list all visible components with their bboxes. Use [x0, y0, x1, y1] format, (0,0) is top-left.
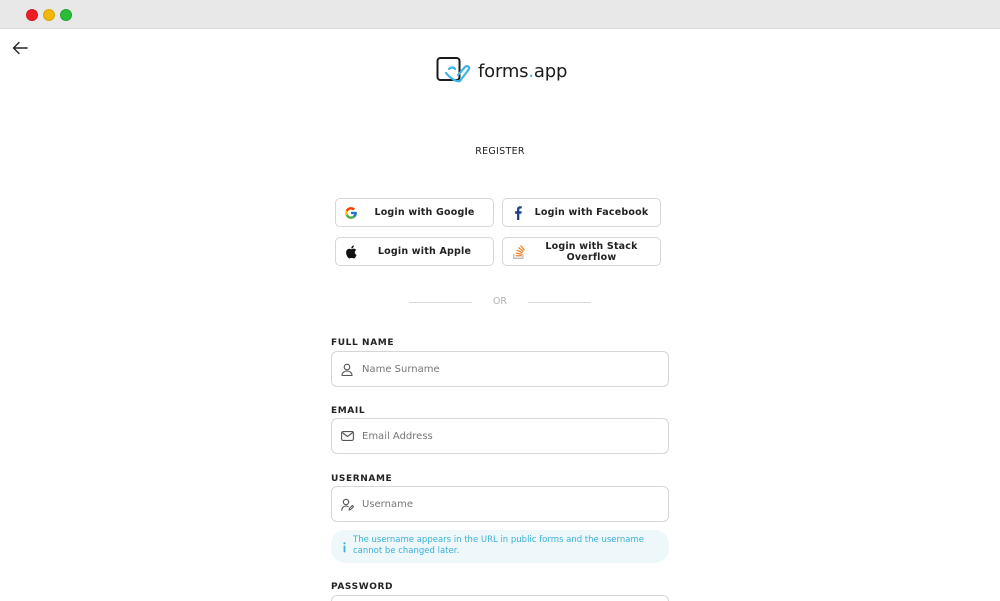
page-title: REGISTER [475, 146, 525, 157]
username-hint-text: The username appears in the URL in publi… [353, 535, 644, 556]
minimize-window-button[interactable] [43, 9, 55, 21]
arrow-left-icon [12, 41, 28, 55]
info-icon [339, 540, 349, 554]
logo-text: forms.app [478, 60, 568, 82]
password-label: PASSWORD [331, 582, 394, 592]
email-label: EMAIL [331, 406, 366, 416]
login-google-label: Login with Google [374, 207, 475, 218]
back-button[interactable] [10, 38, 30, 58]
logo-mark-icon [436, 57, 471, 83]
email-field[interactable] [331, 418, 669, 454]
password-field[interactable] [331, 595, 669, 601]
stackoverflow-icon [511, 245, 525, 259]
login-stackoverflow-label: Login with Stack Overflow [545, 240, 638, 263]
maximize-window-button[interactable] [60, 9, 72, 21]
username-label: USERNAME [331, 474, 393, 484]
facebook-icon [511, 206, 525, 220]
browser-window: forms.app REGISTER Login with Google Log… [0, 0, 1000, 601]
username-input[interactable] [362, 487, 662, 521]
window-titlebar [0, 0, 1000, 29]
google-icon [344, 206, 358, 220]
login-google-button[interactable]: Login with Google [335, 198, 494, 227]
login-facebook-button[interactable]: Login with Facebook [502, 198, 661, 227]
divider-line-right [528, 302, 591, 303]
full-name-field[interactable] [331, 351, 669, 387]
full-name-label: FULL NAME [331, 338, 395, 348]
user-icon [340, 362, 354, 376]
login-facebook-label: Login with Facebook [534, 207, 649, 218]
login-stackoverflow-button[interactable]: Login with Stack Overflow [502, 237, 661, 266]
login-apple-button[interactable]: Login with Apple [335, 237, 494, 266]
apple-icon [344, 245, 358, 259]
forms-app-logo[interactable]: forms.app [436, 56, 567, 86]
full-name-input[interactable] [362, 352, 662, 386]
username-hint: The username appears in the URL in publi… [331, 530, 669, 563]
user-edit-icon [340, 497, 354, 511]
login-apple-label: Login with Apple [377, 246, 472, 257]
email-input[interactable] [362, 419, 662, 453]
mail-icon [340, 429, 354, 443]
or-divider: OR [409, 296, 591, 310]
close-window-button[interactable] [26, 9, 38, 21]
username-field[interactable] [331, 486, 669, 522]
